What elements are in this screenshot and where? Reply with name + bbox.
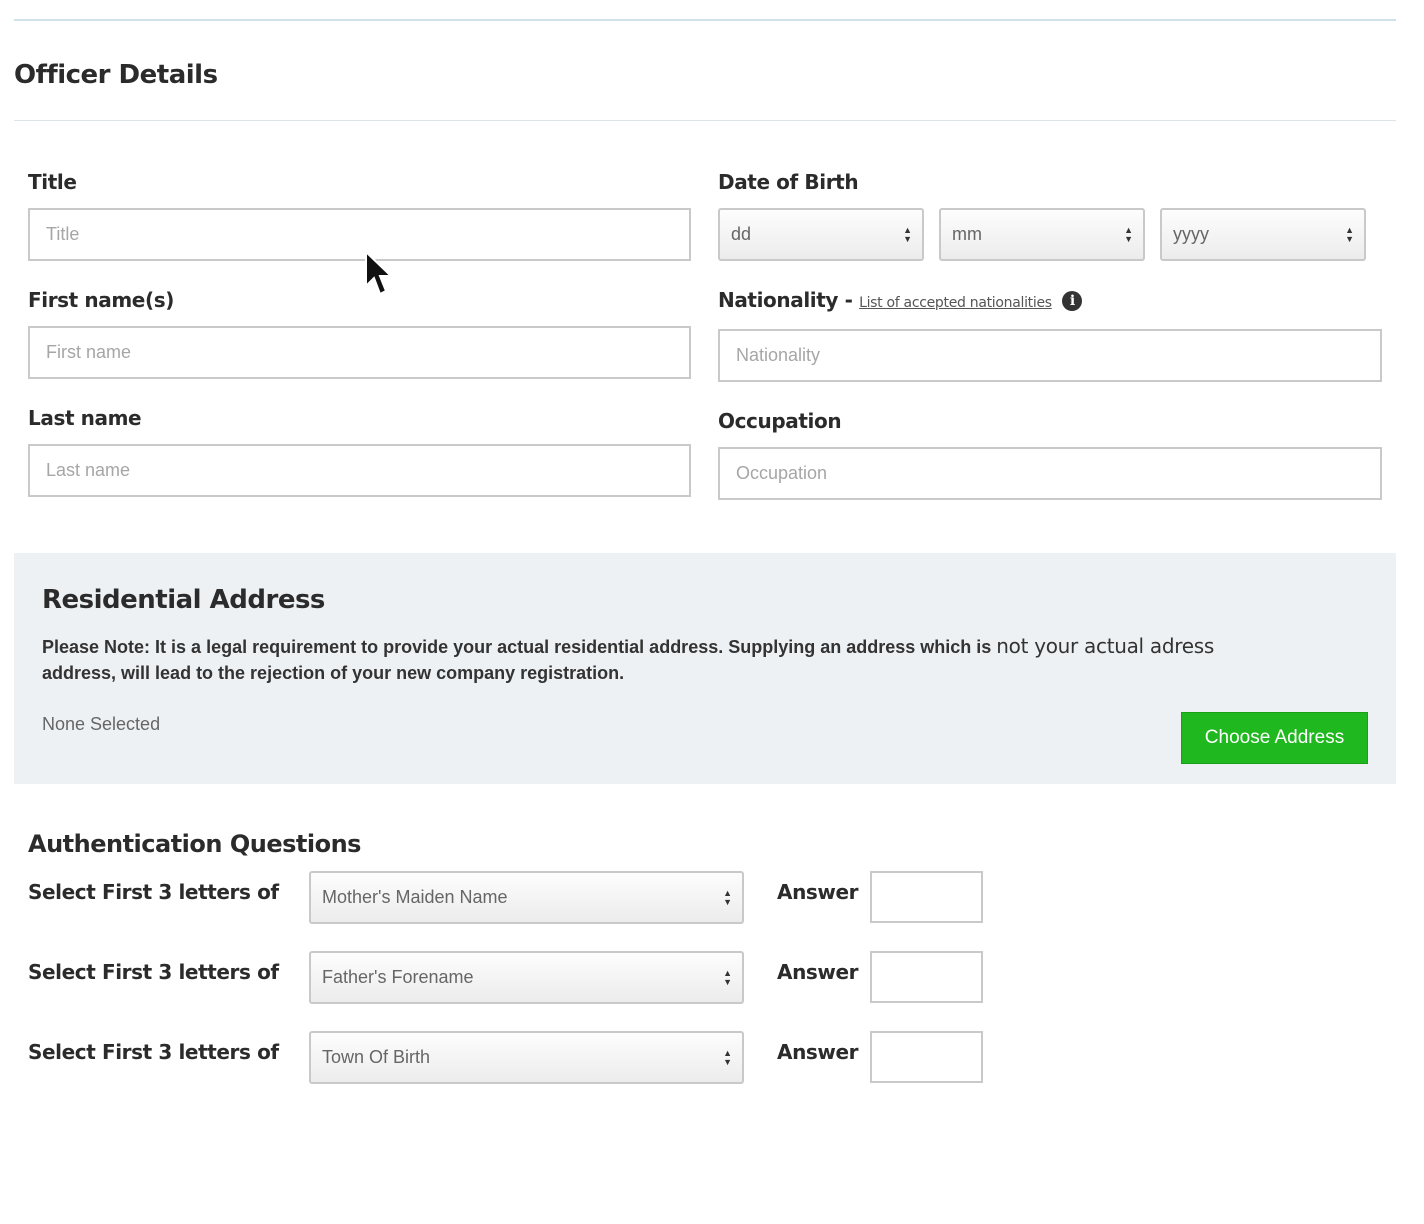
- answer-input[interactable]: [870, 1031, 983, 1083]
- residential-address-panel: Residential Address Please Note: It is a…: [14, 553, 1396, 784]
- answer-label: Answer: [777, 880, 859, 904]
- address-note-end: address, will lead to the rejection of y…: [42, 663, 625, 683]
- officer-details-heading: Officer Details: [14, 60, 218, 90]
- accepted-nationalities-link[interactable]: List of accepted nationalities: [859, 295, 1052, 311]
- answer-label: Answer: [777, 1040, 859, 1064]
- dob-year-value: yyyy: [1173, 224, 1209, 244]
- question-select[interactable]: Town Of Birth ▲ ▼: [309, 1031, 744, 1084]
- answer-input[interactable]: [870, 951, 983, 1003]
- dob-month-value: mm: [952, 224, 982, 244]
- info-icon[interactable]: i: [1062, 291, 1083, 311]
- nationality-label: Nationality -: [718, 288, 853, 312]
- title-input[interactable]: [28, 208, 691, 261]
- mouse-pointer-icon: [365, 250, 394, 296]
- authentication-heading: Authentication Questions: [28, 830, 361, 858]
- nationality-input[interactable]: [718, 329, 1382, 382]
- question-selected-value: Town Of Birth: [322, 1047, 431, 1067]
- answer-input[interactable]: [870, 871, 983, 923]
- updown-arrows-icon: ▲ ▼: [723, 1047, 732, 1067]
- updown-arrows-icon: ▲ ▼: [723, 967, 732, 987]
- question-selected-value: Father's Forename: [322, 967, 474, 987]
- dob-day-select[interactable]: dd ▲ ▼: [718, 208, 924, 261]
- dob-label: Date of Birth: [718, 170, 859, 194]
- first-name-label: First name(s): [28, 288, 174, 312]
- question-select[interactable]: Mother's Maiden Name ▲ ▼: [309, 871, 744, 924]
- address-status: None Selected: [42, 714, 161, 734]
- address-note-text: Please Note: It is a legal requirement t…: [42, 637, 992, 657]
- question-label: Select First 3 letters of: [28, 960, 279, 984]
- residential-address-heading: Residential Address: [42, 585, 325, 615]
- heading-divider: [14, 120, 1396, 121]
- dob-day-value: dd: [731, 224, 752, 244]
- question-label: Select First 3 letters of: [28, 880, 279, 904]
- question-label: Select First 3 letters of: [28, 1040, 279, 1064]
- address-legal-note: Please Note: It is a legal requirement t…: [42, 633, 1342, 686]
- title-label: Title: [28, 170, 77, 194]
- first-name-input[interactable]: [28, 326, 691, 379]
- occupation-input[interactable]: [718, 447, 1382, 500]
- question-selected-value: Mother's Maiden Name: [322, 887, 508, 907]
- dob-month-select[interactable]: mm ▲ ▼: [939, 208, 1145, 261]
- updown-arrows-icon: ▲ ▼: [1345, 224, 1354, 244]
- last-name-input[interactable]: [28, 444, 691, 497]
- choose-address-button[interactable]: Choose Address: [1181, 712, 1368, 764]
- dob-year-select[interactable]: yyyy ▲ ▼: [1160, 208, 1366, 261]
- question-select[interactable]: Father's Forename ▲ ▼: [309, 951, 744, 1004]
- top-divider: [14, 19, 1396, 21]
- address-note-insert: not your actual adress: [996, 634, 1214, 658]
- answer-label: Answer: [777, 960, 859, 984]
- updown-arrows-icon: ▲ ▼: [1124, 224, 1133, 244]
- nationality-label-row: Nationality - List of accepted nationali…: [718, 288, 1083, 312]
- updown-arrows-icon: ▲ ▼: [723, 887, 732, 907]
- last-name-label: Last name: [28, 406, 142, 430]
- updown-arrows-icon: ▲ ▼: [903, 224, 912, 244]
- occupation-label: Occupation: [718, 409, 842, 433]
